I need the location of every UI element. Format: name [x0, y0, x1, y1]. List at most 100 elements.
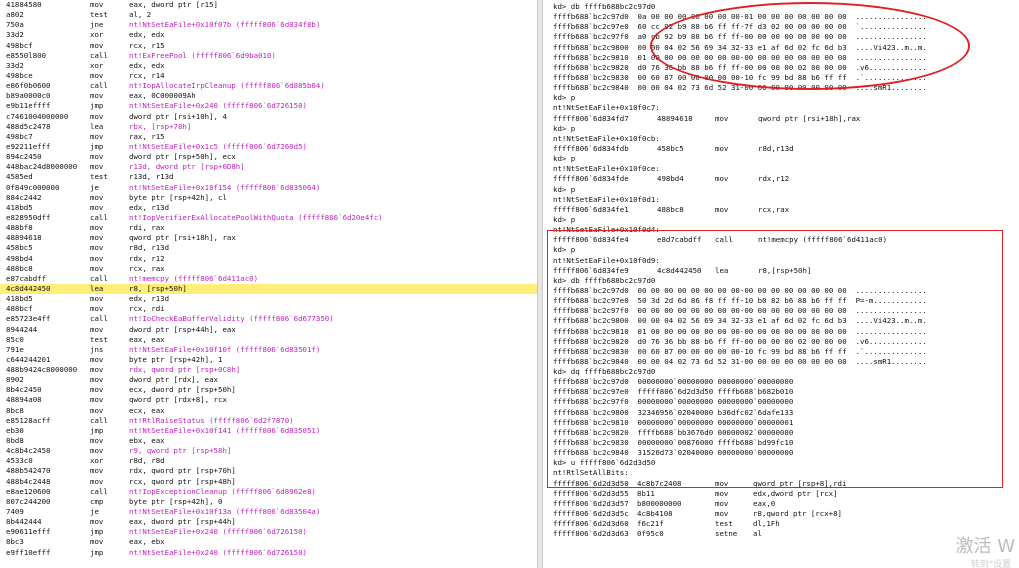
- cmd-address: fffff806`6d2d3d55: [553, 488, 629, 498]
- disasm-row[interactable]: 498bcf mov rcx, r15: [0, 41, 537, 51]
- disasm-row[interactable]: 498bd4 mov rdx, r12: [0, 254, 537, 264]
- disasm-row-current[interactable]: 4c8d442450 lea r8, [rsp+50h]: [0, 283, 537, 295]
- disasm-row[interactable]: 8902 mov dword ptr [rdx], eax: [0, 375, 537, 385]
- cmd-line-text: ffffb688`bc2c97d0 00000000`00000000 0000…: [553, 377, 794, 387]
- disasm-mnemonic: jmp: [90, 141, 104, 151]
- disasm-row[interactable]: 488d5c2478 lea rbx, [rsp+78h]: [0, 122, 537, 132]
- cmd-instruction-line: fffff806`6d2d3d57 b800000000 mov eax,0: [553, 499, 1019, 509]
- cmd-line-text: ffffb688`bc2c97f0 00 00 00 00 00 00 00 0…: [553, 306, 927, 316]
- disasm-row[interactable]: a802 test al, 2: [0, 10, 537, 20]
- cmd-line-text: ffffb688`bc2c9800 00 00 04 02 56 69 34 3…: [553, 316, 927, 326]
- disassembly-pane[interactable]: 41884580 mov eax, dword ptr [r15] a802 test a…: [0, 0, 537, 568]
- disasm-mnemonic: mov: [90, 243, 104, 253]
- disasm-bytes: e87cabdff: [6, 273, 47, 283]
- disasm-row[interactable]: 807c244200 cmp byte ptr [rsp+42h], 0: [0, 497, 537, 507]
- cmd-line-text: nt!NtSetEaFile+0x10f0c7:: [553, 103, 660, 113]
- disasm-row[interactable]: 4c8b4c2458 mov r9, qword ptr [rsp+58h]: [0, 446, 537, 456]
- cmd-line-text: kd> p: [553, 123, 576, 133]
- disasm-mnemonic: mov: [90, 223, 104, 233]
- disasm-mnemonic: mov: [90, 304, 104, 314]
- disasm-row[interactable]: 488bc8 mov rcx, rax: [0, 264, 537, 274]
- cmd-line: kd> p: [553, 185, 1019, 195]
- disasm-row[interactable]: c644244201 mov byte ptr [rsp+42h], 1: [0, 355, 537, 365]
- cmd-line: nt!NtSetEaFile+0x10f0d1:: [553, 195, 1019, 205]
- disasm-row[interactable]: eb30 jmp nt!NtSetEaFile+0x10f141 (fffff806…: [0, 426, 537, 436]
- cmd-line-text: ffffb688`bc2c97e0 60 cc 92 b9 88 b6 ff f…: [553, 22, 927, 32]
- disasm-row[interactable]: b89a0000c0 mov eax, 0C000009Ah: [0, 91, 537, 101]
- disasm-row[interactable]: 8b4c2450 mov ecx, dword ptr [rsp+50h]: [0, 385, 537, 395]
- cmd-line: kd> p: [553, 215, 1019, 225]
- cmd-line: kd> p: [553, 93, 1019, 103]
- disasm-row[interactable]: 7409 je nt!NtSetEaFile+0x10f13a (fffff806`…: [0, 507, 537, 517]
- disasm-row[interactable]: 448bac24d8000000 mov r13d, dword ptr [rsp+…: [0, 162, 537, 172]
- disasm-mnemonic: mov: [90, 192, 104, 202]
- disasm-row[interactable]: 488b542470 mov rdx, qword ptr [rsp+70h]: [0, 466, 537, 476]
- disasm-row[interactable]: e86f0b0600 call nt!IopAllocateIrpCleanup (…: [0, 81, 537, 91]
- disasm-row[interactable]: 894c2450 mov dword ptr [rsp+50h], ecx: [0, 152, 537, 162]
- disasm-mnemonic: mov: [90, 446, 104, 456]
- cmd-line: nt!RtlSetAllBits:: [553, 468, 1019, 478]
- disasm-row[interactable]: e828950dff call nt!IopVerifierExAllocatePo…: [0, 213, 537, 223]
- disasm-row[interactable]: 750a jne nt!NtSetEaFile+0x10f07b (fffff806…: [0, 20, 537, 30]
- disasm-row[interactable]: 488b9424c8000000 mov rdx, qword ptr [rsp+0…: [0, 365, 537, 375]
- disasm-row[interactable]: e87cabdff call nt!memcpy (fffff806`6d411ac…: [0, 274, 537, 284]
- disasm-row[interactable]: 0f849c000000 je nt!NtSetEaFile+0x10f154 (f…: [0, 183, 537, 193]
- disasm-row[interactable]: 498bc7 mov rax, r15: [0, 132, 537, 142]
- disasm-operands: eax, 0C000009Ah: [129, 91, 196, 101]
- disasm-row[interactable]: 48894618 mov qword ptr [rsi+18h], rax: [0, 233, 537, 243]
- disasm-row[interactable]: 4533c0 xor r8d, r8d: [0, 456, 537, 466]
- disasm-row[interactable]: 85c0 test eax, eax: [0, 335, 537, 345]
- disasm-mnemonic: jns: [90, 344, 104, 354]
- disasm-row[interactable]: 33d2 xor edx, edx: [0, 61, 537, 71]
- disasm-row[interactable]: e8550l800 call nt!ExFreePool (fffff806`6d9…: [0, 51, 537, 61]
- disasm-mnemonic: xor: [90, 60, 104, 70]
- disasm-row[interactable]: e9b11effff jmp nt!NtSetEaFile+0x240 (fffff…: [0, 101, 537, 111]
- disasm-bytes: c7461004000000: [6, 111, 69, 121]
- cmd-line: ffffb688`bc2c9840 31526d73`02040000 0000…: [553, 448, 1019, 458]
- disasm-row[interactable]: 8bc3 mov eax, ebx: [0, 537, 537, 547]
- disasm-row[interactable]: 488bcf mov rcx, rdi: [0, 304, 537, 314]
- disasm-row[interactable]: 498bce mov rcx, r14: [0, 71, 537, 81]
- cmd-line-text: ffffb688`bc2c97f0 a0 cb 92 b9 88 b6 ff f…: [553, 32, 927, 42]
- command-pane[interactable]: kd> db ffffb688bc2c97d0 ffffb688`bc2c97d0…: [543, 0, 1019, 568]
- disasm-row[interactable]: 33d2 xor edx, edx: [0, 30, 537, 40]
- disasm-row[interactable]: e8ae120600 call nt!IopExceptionCleanup (ff…: [0, 487, 537, 497]
- cmd-line: kd> db ffffb688bc2c97d0: [553, 2, 1019, 12]
- disasm-row[interactable]: 41884580 mov eax, dword ptr [r15]: [0, 0, 537, 10]
- disasm-row[interactable]: 8bd8 mov ebx, eax: [0, 436, 537, 446]
- disasm-row[interactable]: 4585ed test r13d, r13d: [0, 172, 537, 182]
- disasm-mnemonic: mov: [90, 253, 104, 263]
- disasm-row[interactable]: 8b442444 mov eax, dword ptr [rsp+44h]: [0, 517, 537, 527]
- disasm-mnemonic: call: [90, 212, 108, 222]
- disasm-row[interactable]: 884c2442 mov byte ptr [rsp+42h], cl: [0, 193, 537, 203]
- disasm-bytes: 488d5c2478: [6, 121, 51, 131]
- disasm-row[interactable]: 418bd5 mov edx, r13d: [0, 203, 537, 213]
- disasm-row[interactable]: 8bc8 mov ecx, eax: [0, 406, 537, 416]
- disasm-row[interactable]: e92211efff jmp nt!NtSetEaFile+0x1c5 (fffff…: [0, 142, 537, 152]
- disasm-row[interactable]: 8944244 mov dword ptr [rsp+44h], eax: [0, 325, 537, 335]
- cmd-line: ffffb688`bc2c9820 ffffb688`bb3676d0 0000…: [553, 428, 1019, 438]
- disasm-row[interactable]: e85128acff call nt!RtlRaiseStatus (fffff80…: [0, 416, 537, 426]
- cmd-line: ffffb688`bc2c97d0 0a 00 00 00 00 00 00 0…: [553, 12, 1019, 22]
- disasm-bytes: 498bc7: [6, 131, 33, 141]
- disasm-operands: qword ptr [rdx+8], rcx: [129, 395, 227, 405]
- disasm-bytes: 85c0: [6, 334, 24, 344]
- disasm-operands: nt!NtSetEaFile+0x10f154 (fffff806`6d8350…: [129, 182, 321, 192]
- disasm-bytes: 418bd5: [6, 294, 33, 304]
- cmd-line-text: kd> db ffffb688bc2c97d0: [553, 2, 656, 11]
- disasm-row[interactable]: e90611efff jmp nt!NtSetEaFile+0x240 (fffff…: [0, 527, 537, 537]
- disasm-row[interactable]: 48894a08 mov qword ptr [rdx+8], rcx: [0, 395, 537, 405]
- disasm-row[interactable]: 418bd5 mov edx, r13d: [0, 294, 537, 304]
- cmd-line: nt!NtSetEaFile+0x10f0ce:: [553, 164, 1019, 174]
- disasm-row[interactable]: 791e jns nt!NtSetEaFile+0x10f10f (fffff806…: [0, 345, 537, 355]
- cmd-operands: nt!memcpy (fffff806`6d411ac0): [758, 235, 888, 245]
- disasm-operands: nt!memcpy (fffff806`6d411ac0): [129, 273, 259, 283]
- disasm-row[interactable]: 488bf8 mov rdi, rax: [0, 223, 537, 233]
- disasm-row[interactable]: 488b4c2448 mov rcx, qword ptr [rsp+48h]: [0, 477, 537, 487]
- disasm-row[interactable]: c7461004000000 mov dword ptr [rsi+10h], 4: [0, 112, 537, 122]
- disasm-row[interactable]: e9ff10efff jmp nt!NtSetEaFile+0x240 (fffff…: [0, 548, 537, 558]
- cmd-operands: rdx,r12: [758, 174, 790, 184]
- disasm-operands: nt!NtSetEaFile+0x240 (fffff806`6d726150): [129, 101, 307, 111]
- disasm-row[interactable]: 458bc5 mov r8d, r13d: [0, 243, 537, 253]
- disasm-row[interactable]: e85723e4ff call nt!IoCheckEaBufferValidity…: [0, 314, 537, 324]
